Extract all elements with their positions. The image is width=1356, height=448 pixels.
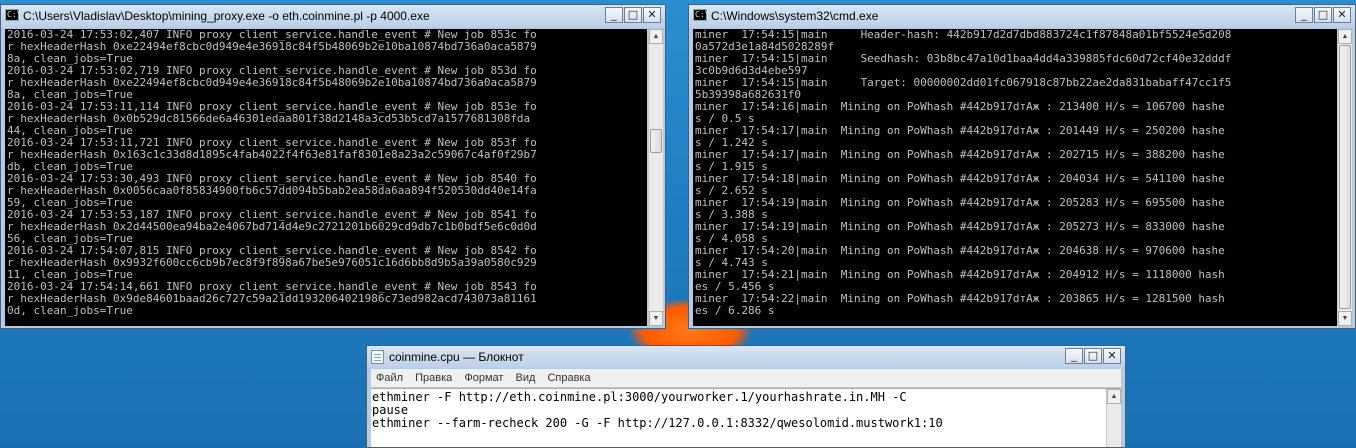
scroll-up-arrow[interactable]: ▲ <box>649 29 663 44</box>
close-button[interactable]: ✕ <box>643 7 661 23</box>
menu-bar: Файл Правка Формат Вид Справка <box>371 369 1121 387</box>
scroll-up-arrow[interactable]: ▲ <box>1338 29 1352 44</box>
mining-proxy-console-window[interactable]: C:\ C:\Users\Vladislav\Desktop\mining_pr… <box>0 4 666 329</box>
window-title: C:\Users\Vladislav\Desktop\mining_proxy.… <box>23 9 430 23</box>
console-icon: C:\ <box>5 9 22 21</box>
editor-text[interactable]: ethminer -F http://eth.coinmine.pl:3000/… <box>371 389 1121 430</box>
console-text: 2016-03-24 17:53:02,407 INFO proxy clien… <box>7 29 537 317</box>
menu-edit[interactable]: Правка <box>410 369 456 384</box>
close-button[interactable]: ✕ <box>1333 7 1351 23</box>
console-output: 2016-03-24 17:53:02,407 INFO proxy clien… <box>5 29 647 326</box>
window-controls: _ □ ✕ <box>1295 7 1351 23</box>
notepad-window[interactable]: coinmine.cpu — Блокнот _ □ ✕ Файл Правка… <box>366 345 1126 448</box>
title-bar[interactable]: C:\ C:\Windows\system32\cmd.exe _ □ ✕ <box>689 5 1355 27</box>
scroll-down-arrow[interactable]: ▼ <box>649 311 663 326</box>
notepad-icon <box>371 350 384 364</box>
menu-format[interactable]: Формат <box>459 369 507 384</box>
maximize-button[interactable]: □ <box>624 7 642 23</box>
scroll-thumb[interactable] <box>1339 45 1351 309</box>
window-controls: _ □ ✕ <box>605 7 661 23</box>
vertical-scrollbar[interactable]: ▲ ▼ <box>648 29 663 326</box>
menu-view[interactable]: Вид <box>510 369 539 384</box>
minimize-button[interactable]: _ <box>1295 7 1313 23</box>
window-title: coinmine.cpu — Блокнот <box>389 350 524 364</box>
scroll-thumb[interactable] <box>650 129 662 153</box>
console-icon: C:\ <box>693 9 710 21</box>
vertical-scrollbar[interactable]: ▲ ▼ <box>1337 29 1352 326</box>
scroll-up-arrow[interactable]: ▲ <box>1107 389 1121 404</box>
vertical-scrollbar[interactable]: ▲ <box>1106 389 1121 447</box>
console-text: miner 17:54:15|main Header-hash: 442b917… <box>695 29 1232 317</box>
text-editor[interactable]: ethminer -F http://eth.coinmine.pl:3000/… <box>371 388 1121 447</box>
minimize-button[interactable]: _ <box>1065 348 1083 364</box>
maximize-button[interactable]: □ <box>1084 348 1102 364</box>
minimize-button[interactable]: _ <box>605 7 623 23</box>
scroll-down-arrow[interactable]: ▼ <box>1338 311 1352 326</box>
menu-help[interactable]: Справка <box>542 369 594 384</box>
title-bar[interactable]: coinmine.cpu — Блокнот _ □ ✕ <box>367 346 1125 368</box>
title-bar[interactable]: C:\ C:\Users\Vladislav\Desktop\mining_pr… <box>1 5 665 27</box>
maximize-button[interactable]: □ <box>1314 7 1332 23</box>
menu-file[interactable]: Файл <box>371 369 407 384</box>
window-controls: _ □ ✕ <box>1065 348 1121 364</box>
window-title: C:\Windows\system32\cmd.exe <box>711 9 879 23</box>
close-button[interactable]: ✕ <box>1103 348 1121 364</box>
console-output: miner 17:54:15|main Header-hash: 442b917… <box>693 29 1337 326</box>
cmd-window[interactable]: C:\ C:\Windows\system32\cmd.exe _ □ ✕ mi… <box>688 4 1356 329</box>
